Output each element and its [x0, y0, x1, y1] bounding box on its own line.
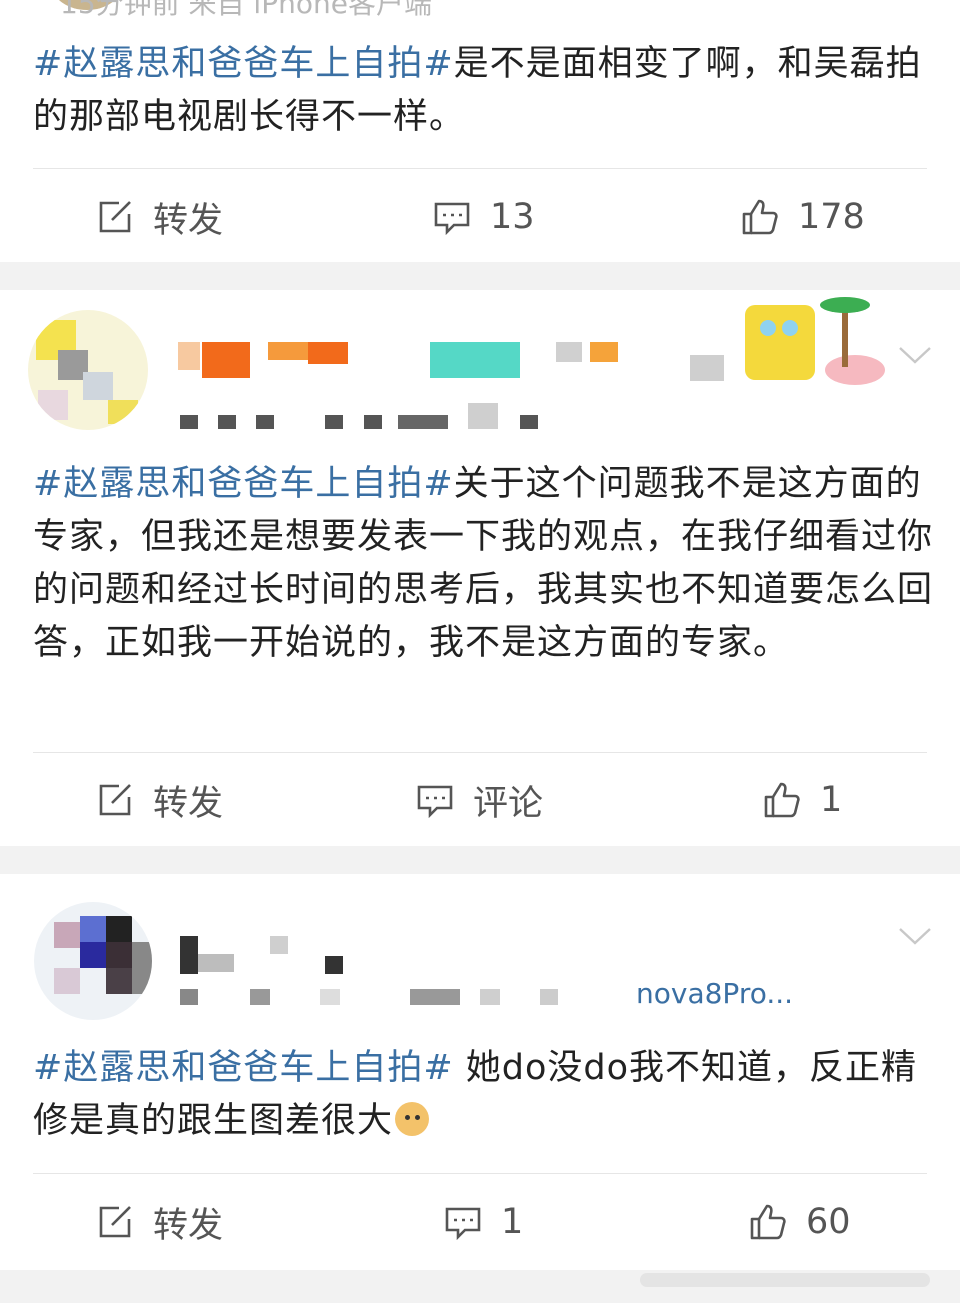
- comment-label: 评论: [473, 783, 544, 824]
- avatar[interactable]: [34, 902, 152, 1020]
- repost-label: 转发: [153, 200, 224, 241]
- post-text: #赵露思和爸爸车上自拍#关于这个问题我不是这方面的专家，但我还是想要发表一下我的…: [33, 458, 933, 670]
- post-text: #赵露思和爸爸车上自拍#是不是面相变了啊，和吴磊拍的那部电视剧长得不一样。: [33, 38, 933, 144]
- thumbs-up-icon: [742, 199, 778, 235]
- edit-square-icon: [99, 201, 131, 233]
- thumbs-up-icon: [764, 782, 800, 818]
- avatar-pixel: [80, 942, 106, 968]
- comment-button[interactable]: 评论: [415, 770, 543, 830]
- meta-redacted: [180, 989, 620, 1009]
- repost-button[interactable]: 转发: [95, 770, 223, 830]
- dog-emoji-icon: [395, 1102, 430, 1136]
- divider: [33, 752, 927, 753]
- meta-redacted: [180, 403, 600, 433]
- comment-button[interactable]: 13: [432, 187, 535, 247]
- post-card-2: #赵露思和爸爸车上自拍#关于这个问题我不是这方面的专家，但我还是想要发表一下我的…: [0, 290, 960, 846]
- post-card-1: 15分钟前 来自 iPhone客户端 #赵露思和爸爸车上自拍#是不是面相变了啊，…: [0, 0, 960, 262]
- like-count: 178: [798, 197, 865, 237]
- avatar-pixel: [83, 372, 113, 400]
- source-client[interactable]: nova8Pro...: [636, 977, 793, 1010]
- repost-button[interactable]: 转发: [95, 187, 223, 247]
- repost-button[interactable]: 转发: [95, 1192, 223, 1252]
- comment-button[interactable]: 1: [443, 1192, 523, 1252]
- repost-label: 转发: [153, 1205, 224, 1246]
- repost-label: 转发: [153, 783, 224, 824]
- avatar-pixel: [108, 400, 138, 424]
- post-card-3: nova8Pro... #赵露思和爸爸车上自拍# 她do没do我不知道，反正精修…: [0, 874, 960, 1270]
- profile-badge-art: [650, 295, 890, 395]
- avatar[interactable]: [28, 310, 148, 430]
- chevron-down-icon[interactable]: [898, 345, 932, 365]
- chevron-down-icon[interactable]: [898, 926, 932, 946]
- comment-bubble-icon: [445, 1207, 481, 1241]
- divider: [33, 1173, 927, 1174]
- like-count: 1: [820, 780, 843, 820]
- comment-bubble-icon: [434, 202, 470, 236]
- like-button[interactable]: 178: [740, 187, 865, 247]
- username-redacted[interactable]: [178, 342, 718, 380]
- comment-count: 1: [501, 1202, 524, 1242]
- like-count: 60: [806, 1202, 851, 1242]
- avatar-pixel: [106, 916, 132, 942]
- avatar-pixel: [106, 942, 132, 968]
- thumbs-up-icon: [750, 1204, 786, 1240]
- avatar-pixel: [38, 390, 68, 420]
- comment-bubble-icon: [417, 785, 453, 819]
- edit-square-icon: [99, 1206, 131, 1238]
- divider: [33, 168, 927, 169]
- topic-link[interactable]: #赵露思和爸爸车上自拍#: [33, 1048, 454, 1088]
- home-indicator: [640, 1273, 930, 1287]
- avatar-pixel: [106, 968, 132, 994]
- post-meta: 15分钟前 来自 iPhone客户端: [60, 0, 432, 20]
- avatar-pixel: [54, 922, 80, 948]
- post-separator: [0, 846, 960, 874]
- avatar-pixel: [80, 916, 106, 942]
- edit-square-icon: [99, 784, 131, 816]
- username-redacted[interactable]: [180, 936, 380, 976]
- post-text: #赵露思和爸爸车上自拍# 她do没do我不知道，反正精修是真的跟生图差很大: [33, 1042, 933, 1148]
- like-button[interactable]: 1: [762, 770, 842, 830]
- like-button[interactable]: 60: [748, 1192, 851, 1252]
- comment-count: 13: [490, 197, 535, 237]
- avatar-pixel: [54, 968, 80, 994]
- post-separator: [0, 262, 960, 290]
- topic-link[interactable]: #赵露思和爸爸车上自拍#: [33, 464, 454, 504]
- avatar-pixel: [132, 942, 152, 994]
- topic-link[interactable]: #赵露思和爸爸车上自拍#: [33, 44, 454, 84]
